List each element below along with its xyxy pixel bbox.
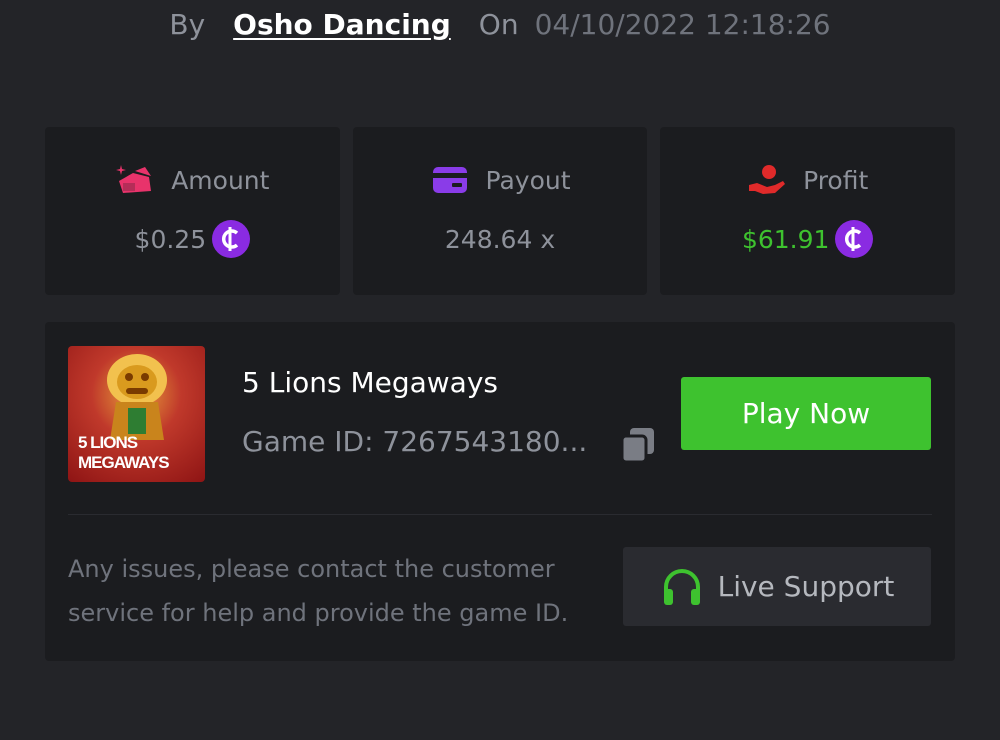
- lion-statue-icon: [107, 354, 167, 440]
- thumb-title-line1: 5 LIONS: [78, 433, 138, 452]
- live-support-button[interactable]: Live Support: [623, 547, 931, 626]
- coin-icon: [212, 220, 251, 258]
- play-now-button[interactable]: Play Now: [681, 377, 931, 450]
- thumb-title-line2: MEGAWAYS: [78, 453, 170, 472]
- profit-value: $61.91: [741, 224, 830, 254]
- by-label: By: [169, 7, 206, 41]
- game-title: 5 Lions Megaways: [242, 366, 498, 399]
- payout-label: Payout: [485, 165, 571, 195]
- bet-datetime: 04/10/2022 12:18:26: [534, 7, 831, 41]
- wallet-icon: [115, 163, 155, 197]
- profit-card: Profit $61.91: [660, 127, 956, 295]
- support-help-text: Any issues, please contact the customer …: [68, 555, 569, 627]
- payout-value: 248.64 x: [444, 224, 556, 254]
- headphones-icon: [663, 568, 700, 605]
- amount-value: $0.25: [134, 224, 207, 254]
- bet-byline: By Osho Dancing On 04/10/2022 12:18:26: [0, 0, 1000, 48]
- profit-label: Profit: [803, 165, 869, 195]
- hand-coin-icon: [747, 163, 787, 197]
- author-link[interactable]: Osho Dancing: [233, 8, 451, 41]
- amount-label: Amount: [171, 165, 270, 195]
- divider: [68, 514, 932, 515]
- on-label: On: [478, 7, 519, 41]
- coin-icon: [835, 220, 874, 258]
- copy-icon[interactable]: [619, 426, 657, 464]
- game-id: Game ID: 7267543180...: [242, 425, 588, 458]
- card-icon: [430, 163, 470, 197]
- bet-stats: Amount $0.25 Payout 248.64 x Profit $61.…: [45, 127, 956, 295]
- game-thumbnail[interactable]: 5 LIONS MEGAWAYS: [68, 346, 205, 482]
- payout-card: Payout 248.64 x: [352, 127, 648, 295]
- live-support-label: Live Support: [717, 570, 895, 603]
- game-card: 5 LIONS MEGAWAYS 5 Lions Megaways Game I…: [45, 322, 955, 661]
- amount-card: Amount $0.25: [45, 127, 340, 295]
